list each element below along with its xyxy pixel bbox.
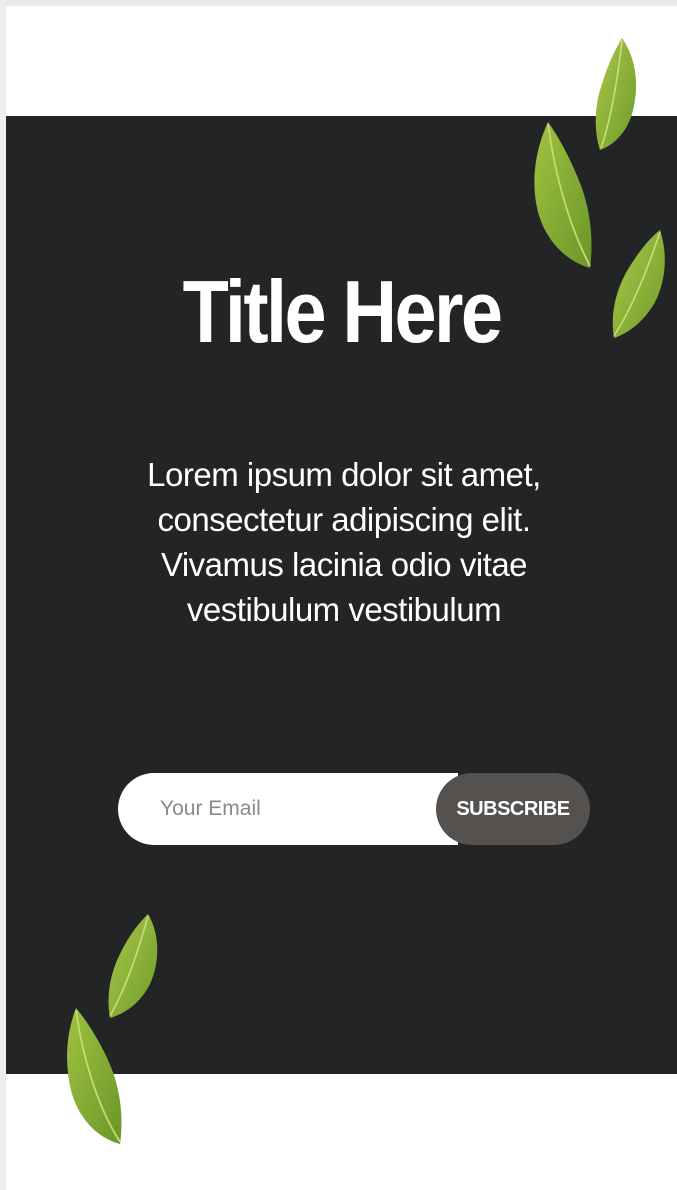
basil-leaf-icon	[595, 38, 637, 150]
basil-leaf-icon	[67, 1008, 122, 1144]
basil-leaf-icon	[534, 122, 592, 268]
subscribe-form: SUBSCRIBE	[118, 773, 590, 845]
email-input[interactable]	[118, 773, 458, 845]
top-strip	[0, 0, 677, 6]
page-title: Title Here	[182, 262, 503, 361]
basil-leaf-icon	[612, 230, 665, 338]
description-text: Lorem ipsum dolor sit amet, consectetur …	[147, 456, 541, 628]
subscribe-button[interactable]: SUBSCRIBE	[436, 773, 590, 845]
basil-leaf-icon	[108, 914, 158, 1018]
